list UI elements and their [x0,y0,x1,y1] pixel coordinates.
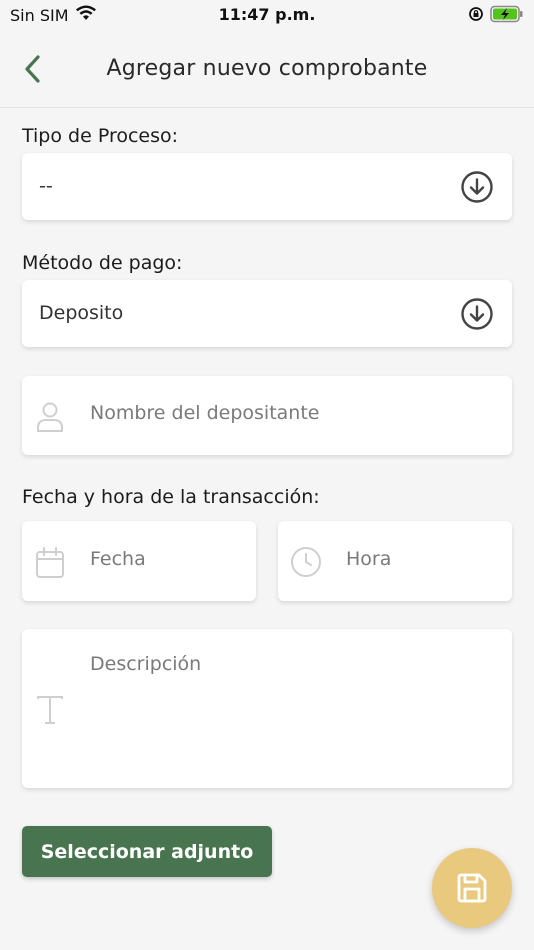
page-title: Agregar nuevo comprobante [106,56,428,81]
save-icon [457,873,487,903]
app-header: Agregar nuevo comprobante [0,30,534,108]
fecha-placeholder: Fecha [90,548,146,570]
orientation-lock-icon [468,6,484,26]
descripcion-textarea[interactable]: Descripción [22,629,512,788]
status-time: 11:47 p.m. [218,5,316,24]
fecha-hora-label: Fecha y hora de la transacción: [22,486,320,508]
arrow-down-circle-icon [461,298,493,330]
depositante-placeholder: Nombre del depositante [90,402,320,424]
hora-placeholder: Hora [346,548,392,570]
arrow-down-circle-icon [461,171,493,203]
tipo-proceso-label: Tipo de Proceso: [22,125,179,147]
tipo-proceso-value: -- [39,175,53,197]
metodo-pago-select[interactable]: Deposito [22,280,512,347]
hora-input[interactable]: Hora [278,521,512,601]
descripcion-placeholder: Descripción [90,653,202,675]
clock-icon [291,547,321,577]
metodo-pago-label: Método de pago: [22,252,183,274]
select-attachment-button[interactable]: Seleccionar adjunto [22,826,272,877]
save-button[interactable] [432,848,512,928]
calendar-icon [36,547,64,578]
metodo-pago-value: Deposito [39,302,124,324]
user-icon [37,402,63,432]
fecha-input[interactable]: Fecha [22,521,256,601]
text-icon [37,696,63,724]
battery-charging-icon [490,5,524,27]
tipo-proceso-select[interactable]: -- [22,153,512,220]
depositante-input[interactable]: Nombre del depositante [22,376,512,455]
status-bar: Sin SIM 11:47 p.m. [0,0,534,30]
status-right [468,5,524,27]
